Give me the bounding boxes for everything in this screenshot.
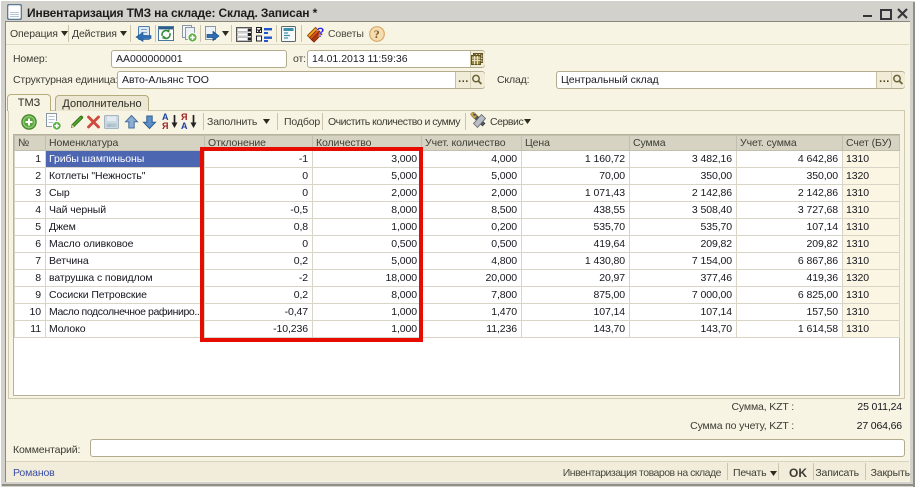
svg-text:Я: Я — [162, 121, 168, 130]
svg-text:?: ? — [374, 27, 380, 41]
svg-text:ок: ок — [108, 124, 112, 128]
svg-text:?: ? — [316, 25, 325, 40]
svg-text:А: А — [181, 121, 188, 130]
